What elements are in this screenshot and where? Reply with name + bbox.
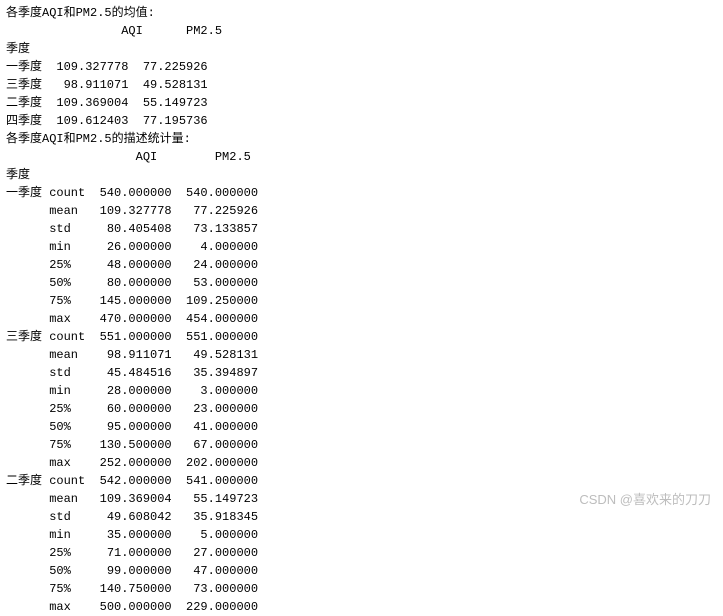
describe-stat-row: std 80.405408 73.133857 [6, 220, 717, 238]
describe-stat-row: 50% 99.000000 47.000000 [6, 562, 717, 580]
describe-stat-row: 25% 48.000000 24.000000 [6, 256, 717, 274]
describe-stat-row: min 28.000000 3.000000 [6, 382, 717, 400]
describe-stat-row: mean 109.369004 55.149723 [6, 490, 717, 508]
describe-stat-row: min 35.000000 5.000000 [6, 526, 717, 544]
describe-group-label: 二季度 count 542.000000 541.000000 [6, 472, 717, 490]
describe-stat-row: min 26.000000 4.000000 [6, 238, 717, 256]
describe-group-label: 一季度 count 540.000000 540.000000 [6, 184, 717, 202]
describe-header: AQI PM2.5 [6, 148, 717, 166]
describe-stat-row: 25% 71.000000 27.000000 [6, 544, 717, 562]
means-row: 四季度 109.612403 77.195736 [6, 112, 717, 130]
describe-stat-row: 50% 95.000000 41.000000 [6, 418, 717, 436]
describe-stat-row: 75% 145.000000 109.250000 [6, 292, 717, 310]
means-row: 三季度 98.911071 49.528131 [6, 76, 717, 94]
console-output: 各季度AQI和PM2.5的均值: AQI PM2.5季度一季度 109.3277… [6, 4, 717, 616]
means-header: AQI PM2.5 [6, 22, 717, 40]
means-row: 一季度 109.327778 77.225926 [6, 58, 717, 76]
describe-group-label: 三季度 count 551.000000 551.000000 [6, 328, 717, 346]
describe-stat-row: mean 98.911071 49.528131 [6, 346, 717, 364]
describe-index-label: 季度 [6, 166, 717, 184]
means-index-label: 季度 [6, 40, 717, 58]
describe-stat-row: 25% 60.000000 23.000000 [6, 400, 717, 418]
describe-stat-row: 75% 130.500000 67.000000 [6, 436, 717, 454]
describe-stat-row: 50% 80.000000 53.000000 [6, 274, 717, 292]
means-title: 各季度AQI和PM2.5的均值: [6, 4, 717, 22]
means-row: 二季度 109.369004 55.149723 [6, 94, 717, 112]
describe-stat-row: max 252.000000 202.000000 [6, 454, 717, 472]
describe-stat-row: mean 109.327778 77.225926 [6, 202, 717, 220]
describe-stat-row: 75% 140.750000 73.000000 [6, 580, 717, 598]
describe-stat-row: std 45.484516 35.394897 [6, 364, 717, 382]
describe-stat-row: max 470.000000 454.000000 [6, 310, 717, 328]
describe-title: 各季度AQI和PM2.5的描述统计量: [6, 130, 717, 148]
describe-stat-row: std 49.608042 35.918345 [6, 508, 717, 526]
describe-stat-row: max 500.000000 229.000000 [6, 598, 717, 616]
